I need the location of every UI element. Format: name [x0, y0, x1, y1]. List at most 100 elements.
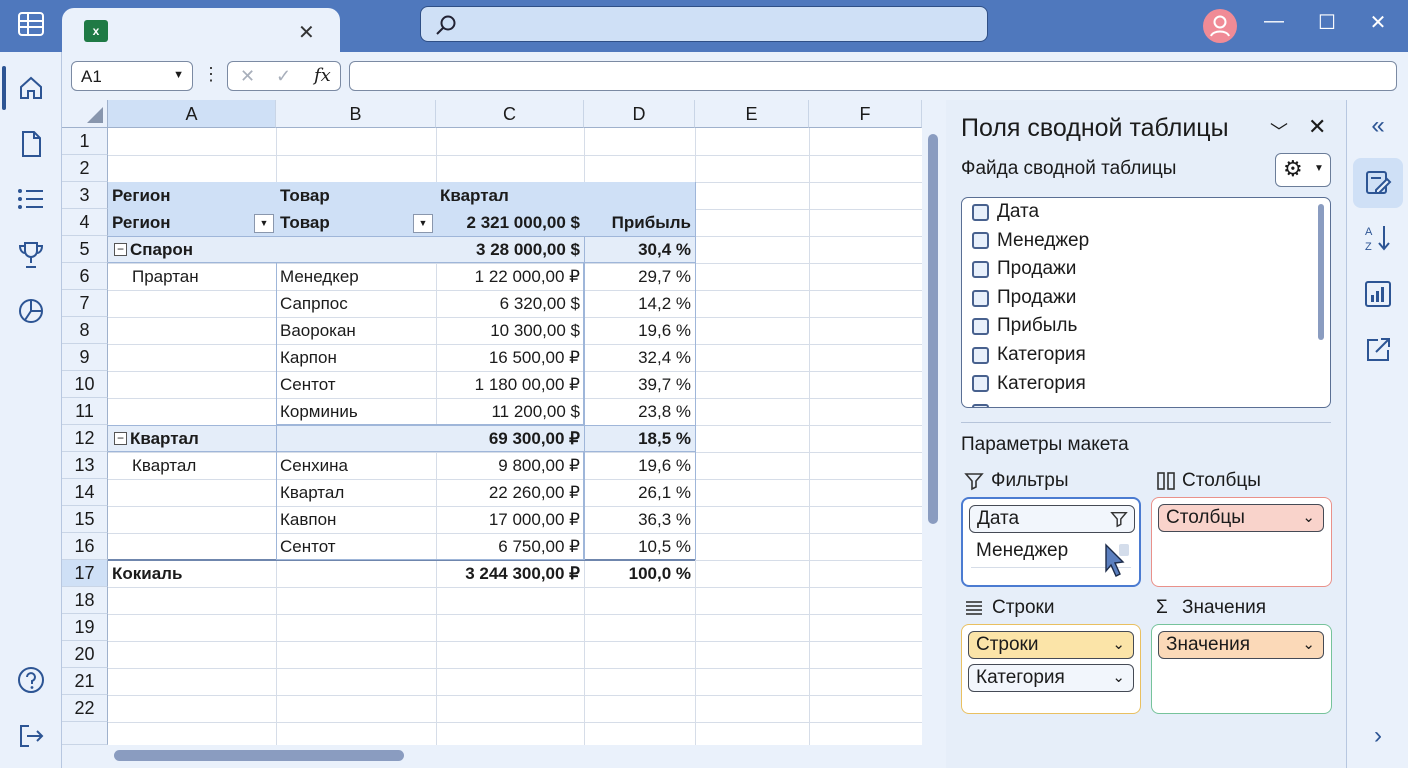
search-box[interactable] — [420, 6, 988, 42]
value-cell[interactable]: 10 300,00 $ — [436, 317, 584, 344]
profit-cell[interactable]: 23,8 % — [584, 398, 695, 425]
row-header[interactable]: 22 — [62, 695, 108, 722]
horizontal-scrollbar[interactable] — [62, 745, 946, 768]
vertical-scrollbar[interactable] — [922, 100, 946, 745]
formula-input[interactable] — [349, 61, 1397, 91]
value-cell[interactable]: 17 000,00 ₽ — [436, 506, 584, 533]
filters-area[interactable]: Дата Менеджер — [961, 497, 1141, 587]
group-value[interactable]: 69 300,00 ₽ — [436, 425, 584, 452]
group-label[interactable]: Квартал — [126, 425, 276, 452]
rows-area[interactable]: Строки ⌄ Категория ⌄ — [961, 624, 1141, 714]
home-icon[interactable] — [17, 74, 45, 102]
row-header[interactable]: 10 — [62, 371, 108, 398]
column-header-c[interactable]: C — [436, 100, 584, 128]
row-header[interactable]: 1 — [62, 128, 108, 155]
row-header[interactable]: 2 — [62, 155, 108, 182]
checkbox[interactable] — [972, 403, 989, 407]
field-list[interactable]: Дата Менеджер Продажи Продажи Прибыль Ка… — [961, 197, 1331, 408]
row-header[interactable]: 3 — [62, 182, 108, 209]
values-area[interactable]: Значения ⌄ — [1151, 624, 1332, 714]
field-item[interactable]: Менеджер — [962, 227, 1330, 256]
profit-cell[interactable]: 36,3 % — [584, 506, 695, 533]
close-tab-icon[interactable]: ✕ — [298, 20, 315, 45]
field-item[interactable]: Дата — [962, 198, 1330, 227]
panel-close-icon[interactable]: ✕ — [1308, 114, 1326, 140]
product-cell[interactable]: Сенхина — [276, 452, 436, 479]
checkbox[interactable] — [972, 318, 989, 336]
row-header[interactable]: 6 — [62, 263, 108, 290]
field-item[interactable]: Категория — [962, 370, 1330, 399]
select-all-corner[interactable] — [62, 100, 108, 128]
product-cell[interactable]: Сентот — [276, 533, 436, 560]
value-cell[interactable]: 6 750,00 ₽ — [436, 533, 584, 560]
row-header-partial[interactable] — [62, 722, 108, 745]
group-profit[interactable]: 18,5 % — [584, 425, 695, 452]
field-item-partial[interactable] — [962, 398, 1330, 407]
checkbox[interactable] — [972, 289, 989, 307]
file-icon[interactable] — [18, 130, 44, 158]
profit-cell[interactable]: 26,1 % — [584, 479, 695, 506]
row-header[interactable]: 11 — [62, 398, 108, 425]
trophy-icon[interactable] — [17, 240, 45, 270]
profit-cell[interactable]: 29,7 % — [584, 263, 695, 290]
field-list-scroll-thumb[interactable] — [1318, 204, 1324, 340]
pivot-row-field-product[interactable]: Товар — [276, 209, 410, 236]
checkbox[interactable] — [972, 260, 989, 278]
horizontal-scroll-thumb[interactable] — [114, 750, 404, 761]
column-header-d[interactable]: D — [584, 100, 695, 128]
column-header-e[interactable]: E — [695, 100, 809, 128]
grand-total-profit[interactable]: 100,0 % — [584, 560, 695, 587]
product-cell[interactable]: Сентот — [276, 371, 436, 398]
name-box[interactable]: A1 ▼ — [71, 61, 193, 91]
pivot-header-region[interactable]: Регион — [108, 182, 276, 209]
checkbox[interactable] — [972, 375, 989, 393]
row-header[interactable]: 4 — [62, 209, 108, 236]
row-header[interactable]: 21 — [62, 668, 108, 695]
columns-area[interactable]: Столбцы ⌄ — [1151, 497, 1332, 587]
region-filter-dropdown[interactable]: ▼ — [254, 214, 274, 233]
maximize-button[interactable]: ☐ — [1307, 10, 1347, 35]
field-item[interactable]: Продажи — [962, 255, 1330, 284]
value-cell[interactable]: 9 800,00 ₽ — [436, 452, 584, 479]
pivot-header-product[interactable]: Товар — [276, 182, 436, 209]
edit-sheet-icon[interactable] — [1364, 169, 1392, 197]
group-profit[interactable]: 30,4 % — [584, 236, 695, 263]
spreadsheet-grid[interactable]: A B C D E F 1 2 3 4 5 6 7 8 9 10 11 12 1… — [62, 100, 922, 745]
rows-chip[interactable]: Строки ⌄ — [968, 631, 1134, 659]
subgroup-label[interactable]: Квартал — [128, 452, 276, 479]
sort-az-icon[interactable]: AZ — [1364, 223, 1392, 253]
row-header[interactable]: 8 — [62, 317, 108, 344]
settings-dropdown[interactable]: ⚙ ▼ — [1275, 153, 1331, 187]
grand-total-value[interactable]: 3 244 300,00 ₽ — [436, 560, 584, 587]
row-header[interactable]: 9 — [62, 344, 108, 371]
row-header[interactable]: 20 — [62, 641, 108, 668]
profit-cell[interactable]: 19,6 % — [584, 452, 695, 479]
cancel-icon[interactable]: ✕ — [240, 66, 255, 87]
product-cell[interactable]: Корминиь — [276, 398, 436, 425]
values-chip[interactable]: Значения ⌄ — [1158, 631, 1324, 659]
row-header[interactable]: 13 — [62, 452, 108, 479]
column-header-a[interactable]: A — [108, 100, 276, 128]
pivot-header-profit[interactable]: Прибыль — [584, 209, 695, 236]
checkbox[interactable] — [972, 203, 989, 221]
row-header[interactable]: 18 — [62, 587, 108, 614]
group-value[interactable]: 3 28 000,00 $ — [436, 236, 584, 263]
product-cell[interactable]: Ваорокан — [276, 317, 436, 344]
grid-app-icon[interactable] — [18, 12, 44, 36]
profit-cell[interactable]: 10,5 % — [584, 533, 695, 560]
vertical-scroll-thumb[interactable] — [928, 134, 938, 524]
filter-chip-date[interactable]: Дата — [969, 505, 1135, 533]
close-button[interactable]: ✕ — [1358, 10, 1398, 35]
chart-cycle-icon[interactable] — [16, 296, 46, 326]
profit-cell[interactable]: 32,4 % — [584, 344, 695, 371]
value-cell[interactable]: 11 200,00 $ — [436, 398, 584, 425]
row-header[interactable]: 16 — [62, 533, 108, 560]
value-cell[interactable]: 1 22 000,00 ₽ — [436, 263, 584, 290]
checkbox[interactable] — [972, 346, 989, 364]
product-cell[interactable]: Квартал — [276, 479, 436, 506]
dragging-field-manager[interactable]: Менеджер — [976, 540, 1068, 562]
field-item[interactable]: Продажи — [962, 284, 1330, 313]
group-label[interactable]: Спарон — [126, 236, 276, 263]
minimize-button[interactable]: — — [1254, 10, 1294, 33]
field-item[interactable]: Категория — [962, 341, 1330, 370]
